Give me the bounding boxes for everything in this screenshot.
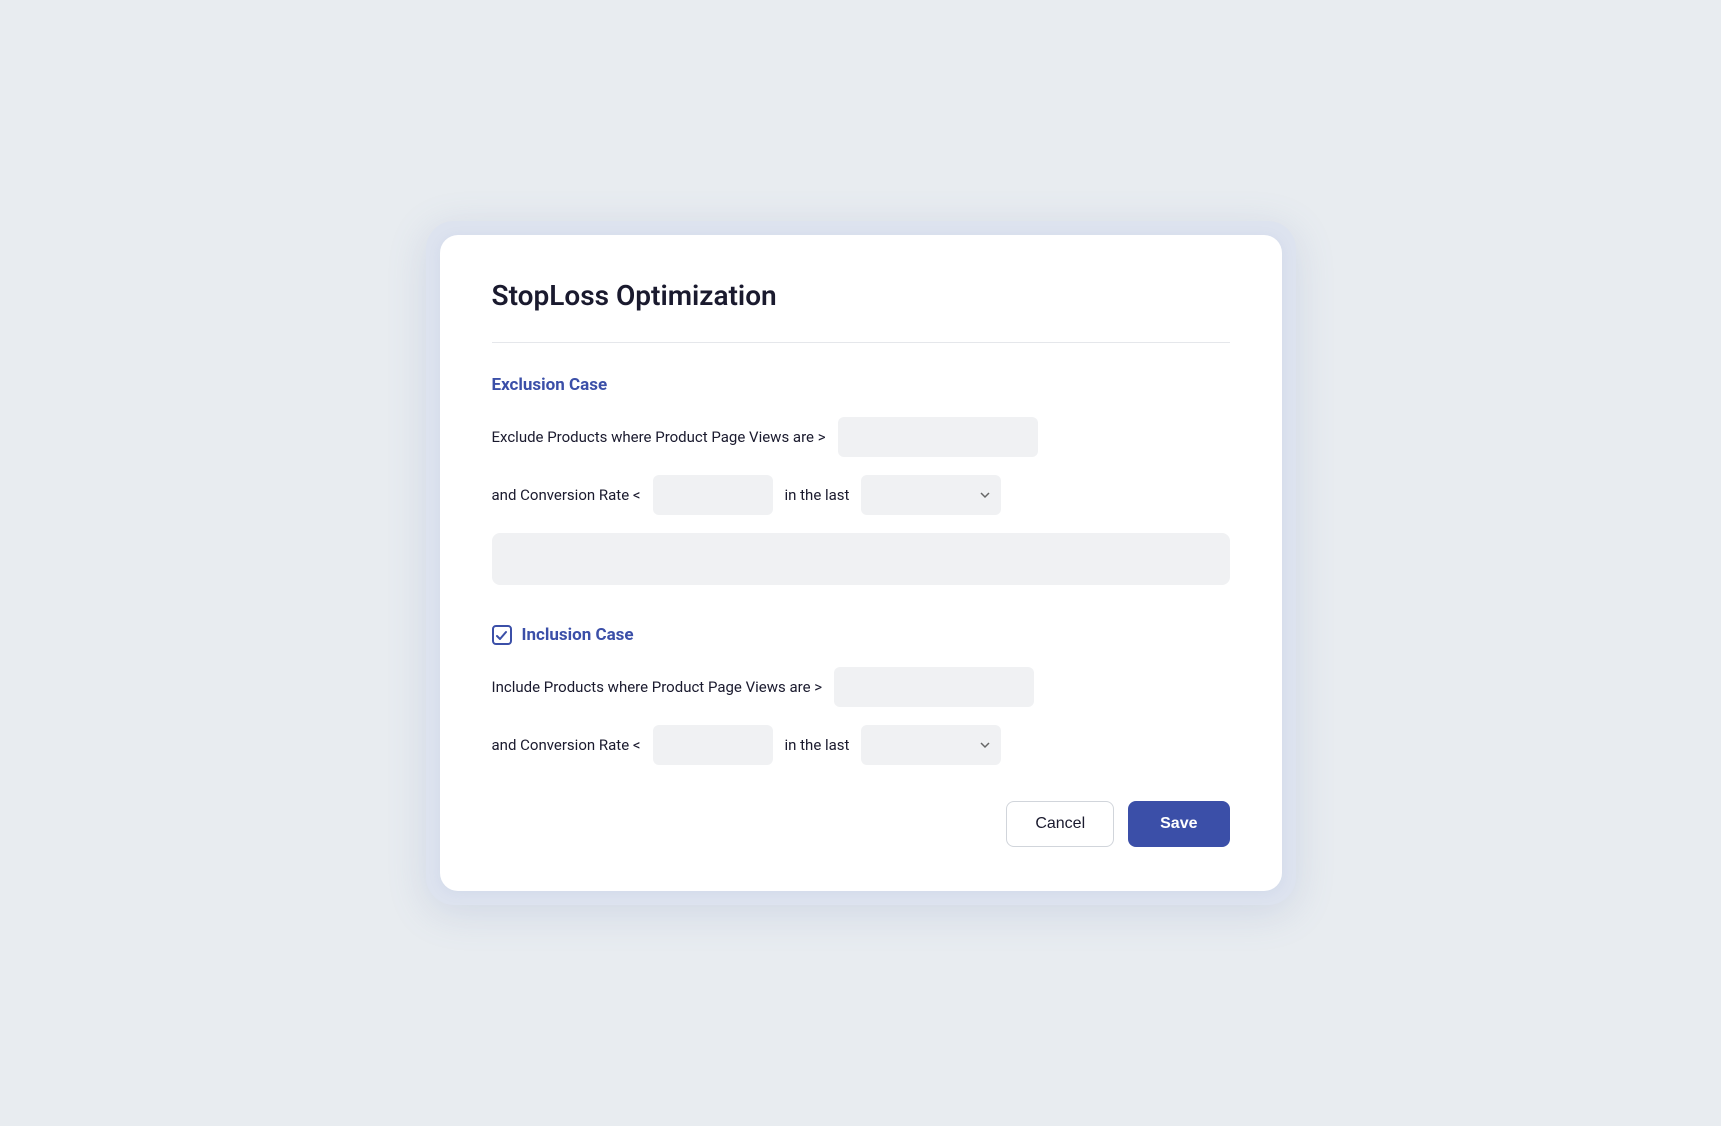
inclusion-row1: Include Products where Product Page View… [492,667,1230,707]
inclusion-case-title: Inclusion Case [492,625,1230,645]
inclusion-page-views-input[interactable] [834,667,1034,707]
exclusion-in-the-last-label: in the last [785,486,850,504]
exclusion-row2-label: and Conversion Rate < [492,486,641,504]
inclusion-row2-label: and Conversion Rate < [492,736,641,754]
exclusion-case-title: Exclusion Case [492,375,1230,395]
exclusion-row1-label: Exclude Products where Product Page View… [492,428,826,446]
exclusion-row1: Exclude Products where Product Page View… [492,417,1230,457]
footer-buttons: Cancel Save [492,801,1230,847]
outer-card: StopLoss Optimization Exclusion Case Exc… [426,221,1296,905]
inclusion-row2: and Conversion Rate < in the last 7 days… [492,725,1230,765]
inner-card: StopLoss Optimization Exclusion Case Exc… [440,235,1282,891]
inclusion-period-select[interactable]: 7 days 14 days 30 days [861,725,1001,765]
exclusion-page-views-input[interactable] [838,417,1038,457]
exclusion-period-select[interactable]: 7 days 14 days 30 days [861,475,1001,515]
divider [492,342,1230,343]
inclusion-row1-label: Include Products where Product Page View… [492,678,823,696]
exclusion-row2: and Conversion Rate < in the last 7 days… [492,475,1230,515]
inclusion-case-section: Inclusion Case Include Products where Pr… [492,625,1230,765]
inclusion-checkbox[interactable] [492,625,512,645]
inclusion-in-the-last-label: in the last [785,736,850,754]
page-title: StopLoss Optimization [492,279,1230,312]
exclusion-conversion-rate-input[interactable] [653,475,773,515]
exclusion-textarea-row [492,533,1230,589]
cancel-button[interactable]: Cancel [1006,801,1114,847]
inclusion-conversion-rate-input[interactable] [653,725,773,765]
exclusion-case-section: Exclusion Case Exclude Products where Pr… [492,375,1230,589]
exclusion-textarea[interactable] [492,533,1230,585]
save-button[interactable]: Save [1128,801,1229,847]
